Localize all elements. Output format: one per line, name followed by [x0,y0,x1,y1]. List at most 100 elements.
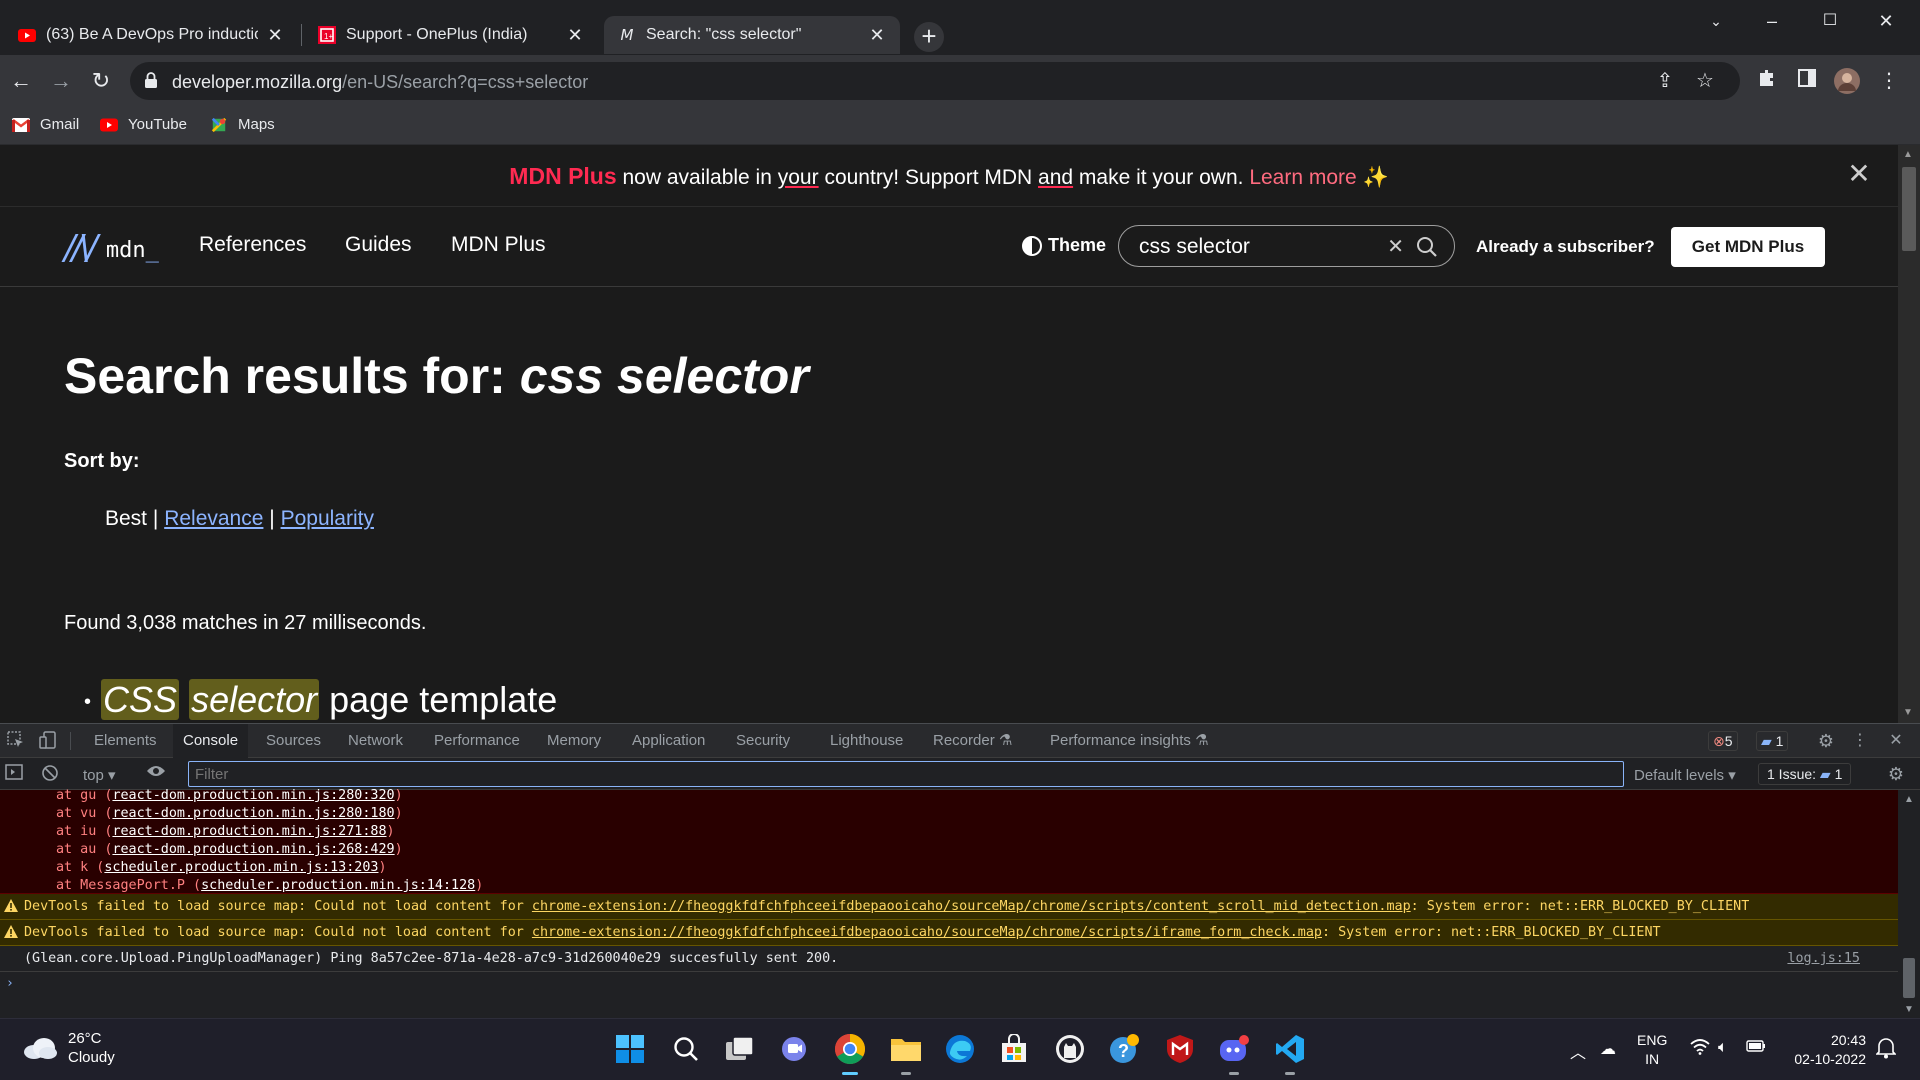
devtools-tab-performance[interactable]: Performance [424,724,530,758]
onedrive-icon[interactable]: ☁ [1600,1039,1616,1059]
file-explorer-button[interactable] [888,1031,924,1075]
scroll-up-icon[interactable]: ▲ [1904,794,1914,805]
tab-oneplus[interactable]: 1+ Support - OnePlus (India) ✕ [304,16,598,54]
source-link[interactable]: react-dom.production.min.js:268:429 [112,842,394,857]
edge-button[interactable] [942,1031,978,1067]
forward-icon[interactable]: → [44,64,78,98]
sidebar-toggle-icon[interactable] [4,764,24,784]
address-bar[interactable]: developer.mozilla.org/en-US/search?q=css… [130,62,1740,100]
issues-button[interactable]: 1 Issue: ▰ 1 [1758,763,1852,785]
back-icon[interactable]: ← [4,64,38,98]
bookmark-youtube[interactable]: YouTube [100,116,187,133]
wifi-icon[interactable] [1690,1039,1710,1060]
close-icon[interactable]: ✕ [566,25,584,46]
mdn-logo[interactable]: //\/ mdn_ [64,231,159,265]
context-selector[interactable]: top ▾ [83,766,116,784]
tab-mdn-search[interactable]: M Search: "css selector" ✕ [604,16,900,54]
source-link[interactable]: scheduler.production.min.js:13:203 [104,860,378,875]
close-banner-button[interactable]: ✕ [1844,159,1874,189]
scroll-down-icon[interactable]: ▼ [1903,707,1913,718]
devtools-tab-memory[interactable]: Memory [537,724,611,758]
learn-more-link[interactable]: Learn more [1249,166,1356,189]
subscriber-link[interactable]: Already a subscriber? [1476,237,1655,257]
devtools-tab-sources[interactable]: Sources [256,724,331,758]
source-map-link[interactable]: chrome-extension://fheoggkfdfchfphceeifd… [532,925,1322,940]
device-toolbar-icon[interactable] [38,731,58,751]
microsoft-store-button[interactable] [996,1031,1032,1067]
console-scrollbar[interactable]: ▲ ▼ [1898,790,1920,1019]
language-indicator[interactable]: ENG IN [1637,1031,1667,1069]
source-map-link[interactable]: chrome-extension://fheoggkfdfchfphceeifd… [532,899,1411,914]
volume-icon[interactable]: 🔈︎ [1718,1039,1728,1057]
avatar[interactable] [1834,68,1860,94]
clear-search-icon[interactable]: ✕ [1387,234,1404,259]
search-taskbar-button[interactable] [668,1031,704,1067]
source-link[interactable]: react-dom.production.min.js:280:180 [112,806,394,821]
scrollbar-thumb[interactable] [1903,958,1915,998]
sort-popularity-link[interactable]: Popularity [281,507,374,530]
scrollbar-thumb[interactable] [1902,167,1916,251]
bookmark-gmail[interactable]: Gmail [12,116,79,133]
minimize-button[interactable]: – [1750,6,1794,36]
tab-youtube[interactable]: (63) Be A DevOps Pro induction c ✕ [4,16,298,54]
source-link[interactable]: react-dom.production.min.js:280:320 [112,788,394,803]
vscode-button[interactable] [1272,1031,1308,1075]
close-icon[interactable]: ✕ [266,25,284,46]
devtools-tab-recorder[interactable]: Recorder ⚗ [923,724,1022,758]
theme-toggle[interactable]: Theme [1022,235,1106,256]
nav-references[interactable]: References [199,233,306,257]
console-prompt[interactable]: › [6,976,14,991]
scroll-up-icon[interactable]: ▲ [1903,149,1913,160]
side-panel-icon[interactable] [1794,68,1820,94]
show-hidden-icons[interactable]: ︿ [1570,1039,1586,1063]
get-help-button[interactable]: ? [1106,1031,1142,1067]
devtools-tab-application[interactable]: Application [622,724,715,758]
extensions-icon[interactable] [1754,68,1780,94]
source-link[interactable]: react-dom.production.min.js:271:88 [112,824,386,839]
battery-icon[interactable] [1746,1039,1766,1058]
sort-relevance-link[interactable]: Relevance [164,507,263,530]
share-icon[interactable]: ⇪ [1652,68,1678,94]
devtools-tab-elements[interactable]: Elements [84,724,167,758]
page-scrollbar[interactable]: ▲ ▼ [1898,145,1920,723]
devtools-tab-network[interactable]: Network [338,724,413,758]
clear-console-icon[interactable] [40,764,60,784]
console-settings-icon[interactable]: ⚙ [1886,764,1906,784]
menu-kebab-icon[interactable]: ⋮ [1876,68,1902,94]
close-window-button[interactable]: ✕ [1864,6,1908,36]
close-devtools-icon[interactable]: ✕ [1886,731,1906,751]
console-filter-input[interactable] [188,761,1624,787]
log-levels-dropdown[interactable]: Default levels ▾ [1634,766,1736,784]
scroll-down-icon[interactable]: ▼ [1904,1004,1914,1015]
start-button[interactable] [612,1031,648,1067]
clock[interactable]: 20:43 02-10-2022 [1786,1031,1866,1069]
settings-gear-icon[interactable]: ⚙ [1816,731,1836,751]
nav-mdn-plus[interactable]: MDN Plus [451,233,546,257]
error-count-badge[interactable]: ⊗5 [1708,731,1738,751]
mcafee-button[interactable] [1162,1031,1198,1067]
get-mdn-plus-button[interactable]: Get MDN Plus [1671,227,1825,267]
maximize-button[interactable]: ☐ [1808,6,1852,36]
tab-search-icon[interactable]: ⌄ [1694,6,1738,36]
devtools-tab-security[interactable]: Security [726,724,800,758]
weather-widget[interactable]: 26°C Cloudy [22,1029,115,1067]
message-count-badge[interactable]: ▰ 1 [1756,731,1789,751]
new-tab-button[interactable]: + [914,22,944,52]
inspect-element-icon[interactable] [6,731,26,751]
source-link[interactable]: scheduler.production.min.js:14:128 [201,878,475,893]
devtools-menu-icon[interactable]: ⋮ [1850,731,1870,751]
devtools-tab-console[interactable]: Console [173,724,249,758]
devtools-tab-performance-insights[interactable]: Performance insights ⚗ [1040,724,1219,758]
github-button[interactable] [1052,1031,1088,1067]
notifications-icon[interactable] [1875,1037,1897,1064]
log-source-link[interactable]: log.js:15 [1787,951,1860,966]
teams-chat-button[interactable] [776,1031,812,1067]
close-icon[interactable]: ✕ [868,25,886,46]
search-result[interactable]: • CSS selector page template [84,679,557,721]
search-input[interactable] [1139,234,1369,260]
search-icon[interactable] [1416,236,1438,258]
devtools-tab-lighthouse[interactable]: Lighthouse [820,724,913,758]
bookmark-maps[interactable]: Maps [210,116,275,133]
star-icon[interactable]: ☆ [1692,68,1718,94]
task-view-button[interactable] [722,1031,758,1067]
